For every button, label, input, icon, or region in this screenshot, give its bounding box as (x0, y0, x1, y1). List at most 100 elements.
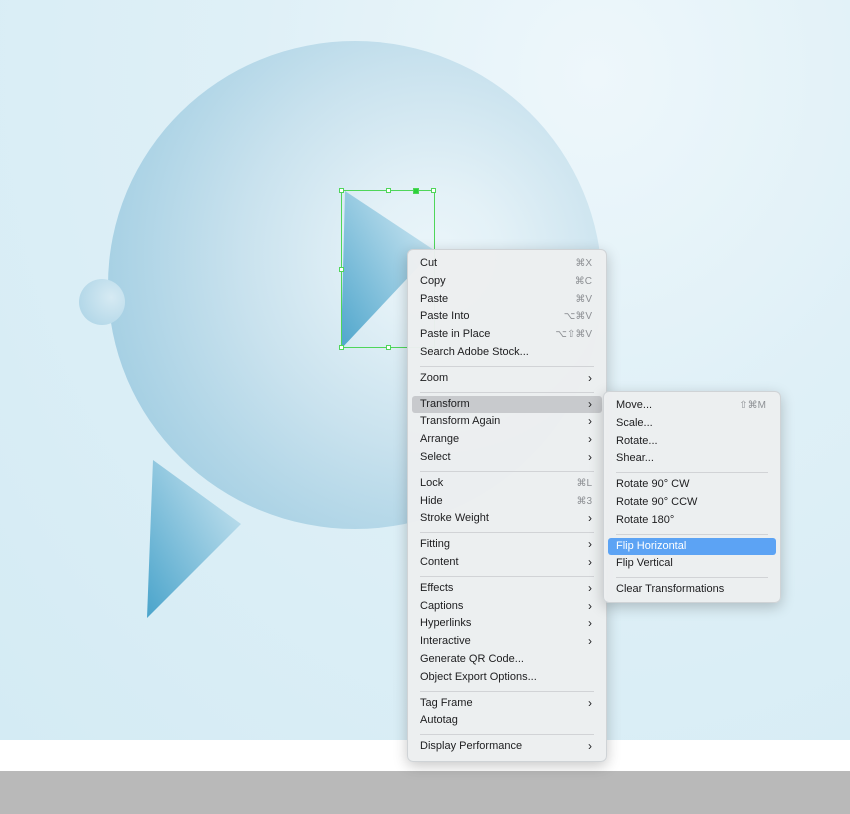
chevron-right-icon: › (588, 598, 592, 613)
handle-top-left[interactable] (339, 188, 344, 193)
menu-item-label: Paste in Place (420, 328, 491, 341)
menu-item-label: Select (420, 450, 451, 463)
menu-item-generate-qr-code[interactable]: Generate QR Code... (412, 651, 602, 669)
menu-item-search-adobe-stock[interactable]: Search Adobe Stock... (412, 344, 602, 362)
menu-item-shortcut: ⌘3 (576, 495, 592, 507)
submenu-item-clear-transformations[interactable]: Clear Transformations (608, 581, 776, 599)
handle-top-center[interactable] (386, 188, 391, 193)
menu-item-autotag[interactable]: Autotag (412, 712, 602, 730)
submenu-item-rotate-90-cw[interactable]: Rotate 90° CW (608, 476, 776, 494)
menu-separator (420, 575, 594, 577)
handle-bottom-left[interactable] (339, 345, 344, 350)
menu-item-paste-in-place[interactable]: Paste in Place ⌥⇧⌘V (412, 326, 602, 344)
menu-item-paste-into[interactable]: Paste Into ⌥⌘V (412, 308, 602, 326)
menu-item-label: Hyperlinks (420, 617, 472, 630)
chevron-right-icon: › (588, 695, 592, 710)
menu-separator (420, 532, 594, 534)
menu-item-label: Search Adobe Stock... (420, 345, 529, 358)
submenu-item-flip-vertical[interactable]: Flip Vertical (608, 555, 776, 573)
handle-bottom-center[interactable] (386, 345, 391, 350)
menu-item-label: Shear... (616, 452, 654, 465)
menu-item-label: Cut (420, 257, 438, 269)
menu-separator (420, 391, 594, 393)
menu-item-label: Hide (420, 494, 443, 507)
menu-item-display-performance[interactable]: Display Performance › (412, 738, 602, 756)
menu-item-stroke-weight[interactable]: Stroke Weight › (412, 510, 602, 528)
chevron-right-icon: › (588, 511, 592, 526)
menu-item-label: Object Export Options... (420, 670, 537, 683)
menu-item-label: Interactive (420, 635, 471, 648)
handle-top-right[interactable] (431, 188, 436, 193)
chevron-right-icon: › (588, 634, 592, 649)
menu-item-zoom[interactable]: Zoom › (412, 370, 602, 388)
menu-item-transform-again[interactable]: Transform Again › (412, 413, 602, 431)
menu-item-label: Display Performance (420, 740, 523, 753)
menu-item-fitting[interactable]: Fitting › (412, 536, 602, 554)
chevron-right-icon: › (588, 414, 592, 429)
chevron-right-icon: › (588, 739, 592, 754)
menu-separator (616, 577, 768, 579)
menu-item-label: Scale... (616, 416, 653, 429)
menu-item-paste[interactable]: Paste ⌘V (412, 291, 602, 309)
menu-item-label: Flip Vertical (616, 557, 673, 570)
submenu-item-rotate[interactable]: Rotate... (608, 433, 776, 451)
handle-middle-left[interactable] (339, 267, 344, 272)
menu-item-shortcut: ⌘X (575, 258, 592, 269)
menu-item-effects[interactable]: Effects › (412, 580, 602, 598)
menu-item-label: Paste (420, 292, 449, 305)
menu-item-tag-frame[interactable]: Tag Frame › (412, 695, 602, 713)
menu-separator (420, 690, 594, 692)
menu-item-lock[interactable]: Lock ⌘L (412, 475, 602, 493)
chevron-right-icon: › (588, 537, 592, 552)
menu-separator (420, 470, 594, 472)
menu-item-cut[interactable]: Cut ⌘X (412, 255, 602, 273)
menu-separator (420, 365, 594, 367)
triangle-shape[interactable] (147, 460, 241, 618)
menu-item-captions[interactable]: Captions › (412, 598, 602, 616)
menu-item-content[interactable]: Content › (412, 554, 602, 572)
submenu-item-move[interactable]: Move... ⇧⌘M (608, 397, 776, 415)
menu-item-label: Captions (420, 599, 464, 612)
submenu-item-rotate-90-ccw[interactable]: Rotate 90° CCW (608, 494, 776, 512)
menu-item-label: Flip Horizontal (616, 539, 687, 552)
menu-item-hide[interactable]: Hide ⌘3 (412, 493, 602, 511)
menu-item-hyperlinks[interactable]: Hyperlinks › (412, 615, 602, 633)
menu-item-label: Autotag (420, 714, 458, 727)
menu-item-copy[interactable]: Copy ⌘C (412, 273, 602, 291)
handle-top-right-anchor[interactable] (413, 188, 419, 194)
menu-item-label: Stroke Weight (420, 512, 489, 525)
menu-separator (616, 472, 768, 474)
menu-item-label: Zoom (420, 371, 449, 384)
chevron-right-icon: › (588, 396, 592, 411)
menu-item-label: Move... (616, 399, 653, 411)
submenu-item-rotate-180[interactable]: Rotate 180° (608, 512, 776, 530)
menu-item-label: Copy (420, 274, 446, 287)
menu-separator (420, 734, 594, 736)
workspace-background (0, 771, 850, 814)
menu-separator (616, 533, 768, 535)
menu-item-shortcut: ⌥⌘V (563, 311, 592, 323)
menu-item-label: Tag Frame (420, 696, 473, 709)
menu-item-label: Transform (420, 397, 470, 410)
chevron-right-icon: › (588, 580, 592, 595)
menu-item-label: Generate QR Code... (420, 652, 524, 665)
menu-item-interactive[interactable]: Interactive › (412, 633, 602, 651)
menu-item-label: Rotate 90° CCW (616, 495, 698, 508)
menu-item-label: Rotate 90° CW (616, 478, 690, 491)
menu-item-label: Paste Into (420, 310, 470, 323)
submenu-item-shear[interactable]: Shear... (608, 450, 776, 468)
menu-item-label: Rotate... (616, 434, 658, 447)
menu-item-object-export-options[interactable]: Object Export Options... (412, 669, 602, 687)
menu-item-label: Lock (420, 476, 444, 489)
menu-item-arrange[interactable]: Arrange › (412, 431, 602, 449)
menu-item-transform[interactable]: Transform › (412, 395, 602, 414)
transform-submenu: Move... ⇧⌘M Scale... Rotate... Shear... Rotat… (603, 391, 781, 603)
chevron-right-icon: › (588, 616, 592, 631)
submenu-item-scale[interactable]: Scale... (608, 415, 776, 433)
submenu-item-flip-horizontal[interactable]: Flip Horizontal (608, 537, 776, 556)
menu-item-shortcut: ⇧⌘M (739, 400, 766, 411)
chevron-right-icon: › (588, 432, 592, 447)
menu-item-shortcut: ⌘C (574, 275, 592, 287)
menu-item-label: Effects (420, 581, 454, 594)
menu-item-select[interactable]: Select › (412, 449, 602, 467)
